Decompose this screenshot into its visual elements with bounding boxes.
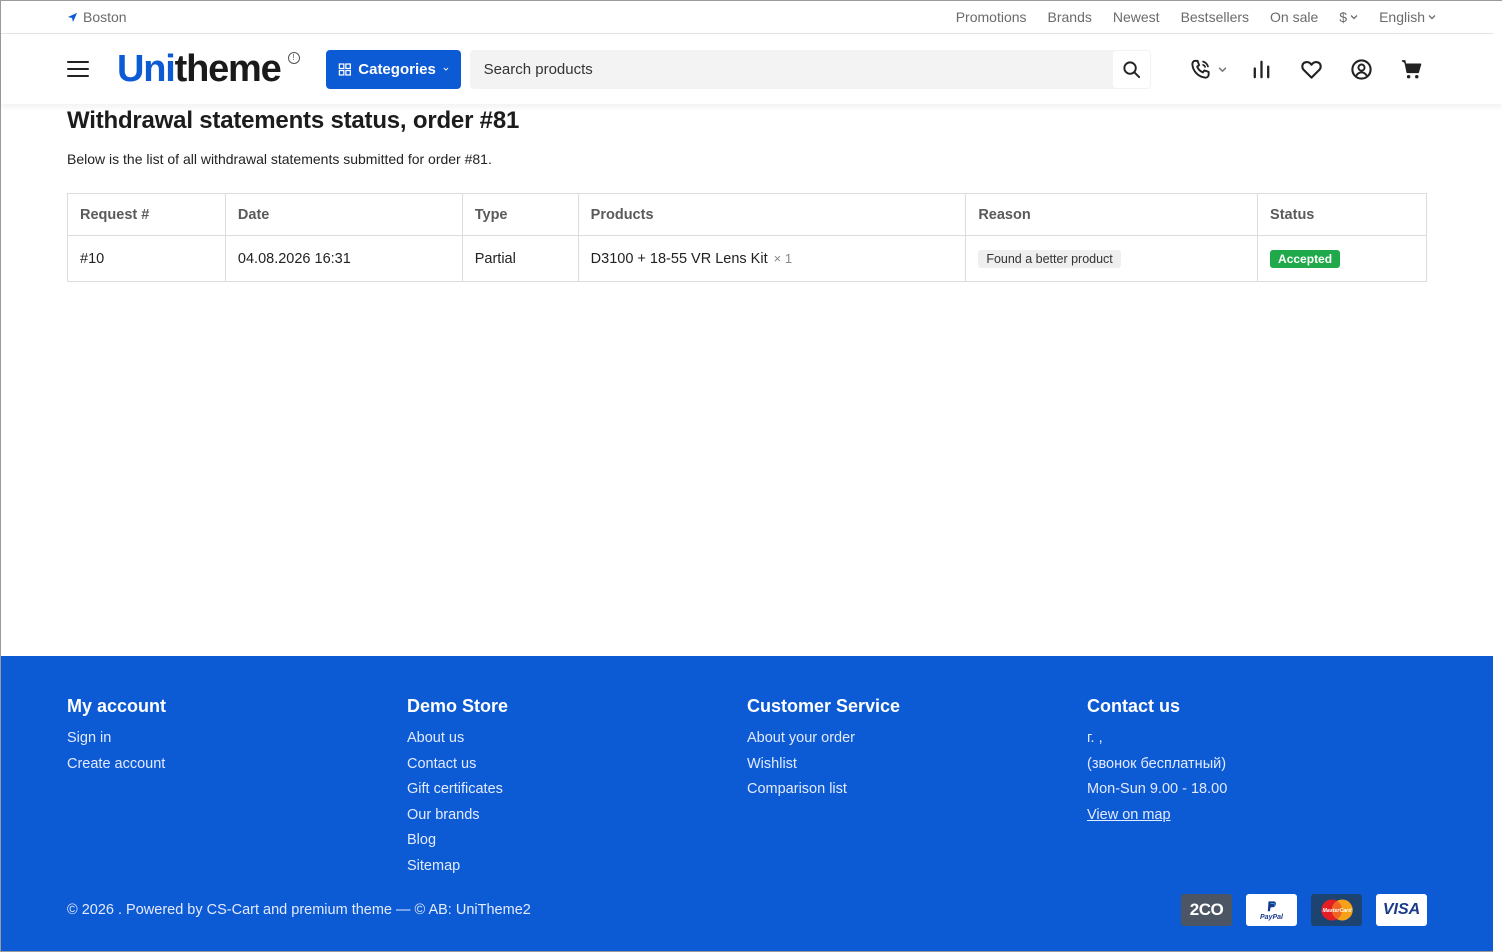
heart-icon bbox=[1300, 60, 1322, 79]
cell-status: Accepted bbox=[1257, 235, 1427, 282]
2co-logo: 2CO bbox=[1181, 894, 1232, 926]
menu-hamburger-icon[interactable] bbox=[67, 61, 89, 77]
top-link-bestsellers[interactable]: Bestsellers bbox=[1181, 9, 1249, 25]
footer-link-wishlist[interactable]: Wishlist bbox=[747, 752, 1087, 778]
cart-icon bbox=[1401, 59, 1421, 78]
top-links: Promotions Brands Newest Bestsellers On … bbox=[956, 9, 1436, 25]
cell-type: Partial bbox=[461, 235, 579, 282]
paypal-logo: PayPal bbox=[1246, 894, 1297, 926]
cell-date: 04.08.2026 16:31 bbox=[224, 235, 463, 282]
page-title: Withdrawal statements status, order #81 bbox=[67, 107, 520, 134]
search-icon bbox=[1122, 60, 1140, 78]
footer-link-about-order[interactable]: About your order bbox=[747, 726, 1087, 752]
logo-part-theme: theme bbox=[174, 48, 282, 90]
copyright: © 2026 . Powered by CS-Cart and premium … bbox=[67, 902, 531, 918]
chevron-down-icon bbox=[1350, 15, 1358, 20]
grid-icon bbox=[338, 62, 351, 76]
currency-label: $ bbox=[1339, 9, 1348, 25]
cell-request: #10 bbox=[67, 235, 226, 282]
chevron-down-icon bbox=[443, 67, 449, 71]
search-box bbox=[469, 49, 1151, 89]
site-logo[interactable]: Uni theme ! bbox=[117, 50, 300, 88]
currency-selector[interactable]: $ bbox=[1339, 9, 1358, 25]
footer-col-my-account: My account Sign in Create account bbox=[67, 696, 407, 879]
top-link-brands[interactable]: Brands bbox=[1048, 9, 1092, 25]
chevron-down-icon bbox=[1218, 66, 1227, 72]
footer-bottom: © 2026 . Powered by CS-Cart and premium … bbox=[67, 894, 1427, 926]
location-selector[interactable]: Boston bbox=[67, 9, 127, 25]
col-type: Type bbox=[461, 193, 579, 236]
product-qty: × 1 bbox=[773, 250, 793, 266]
cell-reason: Found a better product bbox=[965, 235, 1259, 282]
account-button[interactable] bbox=[1336, 49, 1386, 89]
footer-col-demo-store: Demo Store About us Contact us Gift cert… bbox=[407, 696, 747, 879]
footer-col-contact: Contact us г. , (звонок бесплатный) Mon-… bbox=[1087, 696, 1427, 879]
wishlist-button[interactable] bbox=[1286, 49, 1336, 89]
cart-button[interactable] bbox=[1386, 49, 1436, 89]
contact-phone-note: (звонок бесплатный) bbox=[1087, 755, 1227, 772]
footer-heading: My account bbox=[67, 696, 167, 716]
payment-logos: 2CO PayPal MasterCard VISA bbox=[1181, 894, 1427, 926]
footer-link-create-account[interactable]: Create account bbox=[67, 752, 407, 778]
page-edge bbox=[1493, 1, 1502, 952]
cell-products: D3100 + 18-55 VR Lens Kit × 1 bbox=[577, 235, 967, 282]
location-label: Boston bbox=[83, 9, 127, 25]
footer-link-comparison[interactable]: Comparison list bbox=[747, 777, 1087, 803]
table-row: #10 04.08.2026 16:31 Partial D3100 + 18-… bbox=[67, 235, 1427, 282]
footer-col-customer-service: Customer Service About your order Wishli… bbox=[747, 696, 1087, 879]
search-button[interactable] bbox=[1112, 50, 1150, 88]
location-arrow-icon bbox=[67, 12, 78, 22]
main-content: Withdrawal statements status, order #81 … bbox=[1, 107, 1502, 282]
compare-button[interactable] bbox=[1236, 49, 1286, 89]
view-on-map-link[interactable]: View on map bbox=[1087, 803, 1427, 829]
language-selector[interactable]: English bbox=[1379, 9, 1436, 25]
categories-button[interactable]: Categories bbox=[325, 49, 461, 89]
withdrawal-table: Request # Date Type Products Reason Stat… bbox=[67, 193, 1427, 282]
footer-link-about-us[interactable]: About us bbox=[407, 726, 747, 752]
categories-label: Categories bbox=[358, 60, 436, 78]
search-input[interactable] bbox=[483, 60, 1113, 78]
user-circle-icon bbox=[1350, 58, 1372, 80]
footer-heading: Customer Service bbox=[747, 696, 901, 716]
footer-columns: My account Sign in Create account Demo S… bbox=[67, 696, 1427, 879]
footer-heading: Contact us bbox=[1087, 696, 1181, 716]
footer-link-blog[interactable]: Blog bbox=[407, 828, 747, 854]
visa-logo: VISA bbox=[1376, 894, 1427, 926]
chevron-down-icon bbox=[1428, 15, 1436, 20]
top-link-on-sale[interactable]: On sale bbox=[1270, 9, 1318, 25]
table-header-row: Request # Date Type Products Reason Stat… bbox=[67, 193, 1427, 236]
page-description: Below is the list of all withdrawal stat… bbox=[67, 151, 492, 167]
top-bar: Boston Promotions Brands Newest Bestsell… bbox=[1, 1, 1502, 34]
top-link-newest[interactable]: Newest bbox=[1113, 9, 1160, 25]
footer-link-sitemap[interactable]: Sitemap bbox=[407, 854, 747, 880]
header-icons bbox=[1180, 49, 1436, 89]
reason-badge: Found a better product bbox=[978, 249, 1121, 268]
footer-link-sign-in[interactable]: Sign in bbox=[67, 726, 407, 752]
product-name: D3100 + 18-55 VR Lens Kit bbox=[590, 250, 768, 267]
contact-address: г. , bbox=[1087, 730, 1103, 746]
phone-button[interactable] bbox=[1180, 49, 1236, 89]
col-request: Request # bbox=[67, 193, 226, 236]
footer-link-gift-certificates[interactable]: Gift certificates bbox=[407, 777, 747, 803]
footer: My account Sign in Create account Demo S… bbox=[1, 656, 1493, 951]
footer-link-our-brands[interactable]: Our brands bbox=[407, 803, 747, 829]
logo-part-uni: Uni bbox=[117, 48, 176, 90]
footer-heading: Demo Store bbox=[407, 696, 509, 716]
contact-hours: Mon-Sun 9.00 - 18.00 bbox=[1087, 781, 1228, 797]
language-label: English bbox=[1379, 9, 1425, 25]
col-products: Products bbox=[577, 193, 967, 236]
col-status: Status bbox=[1257, 193, 1427, 236]
col-reason: Reason bbox=[965, 193, 1259, 236]
main-header: Uni theme ! Categories bbox=[1, 34, 1502, 104]
phone-icon bbox=[1191, 59, 1210, 79]
col-date: Date bbox=[224, 193, 463, 236]
svg-text:MasterCard: MasterCard bbox=[1322, 908, 1352, 914]
footer-link-contact-us[interactable]: Contact us bbox=[407, 752, 747, 778]
bar-chart-icon bbox=[1253, 60, 1269, 78]
info-icon[interactable]: ! bbox=[287, 52, 300, 64]
top-link-promotions[interactable]: Promotions bbox=[956, 9, 1027, 25]
mastercard-logo: MasterCard bbox=[1311, 894, 1362, 926]
status-badge: Accepted bbox=[1270, 249, 1341, 268]
